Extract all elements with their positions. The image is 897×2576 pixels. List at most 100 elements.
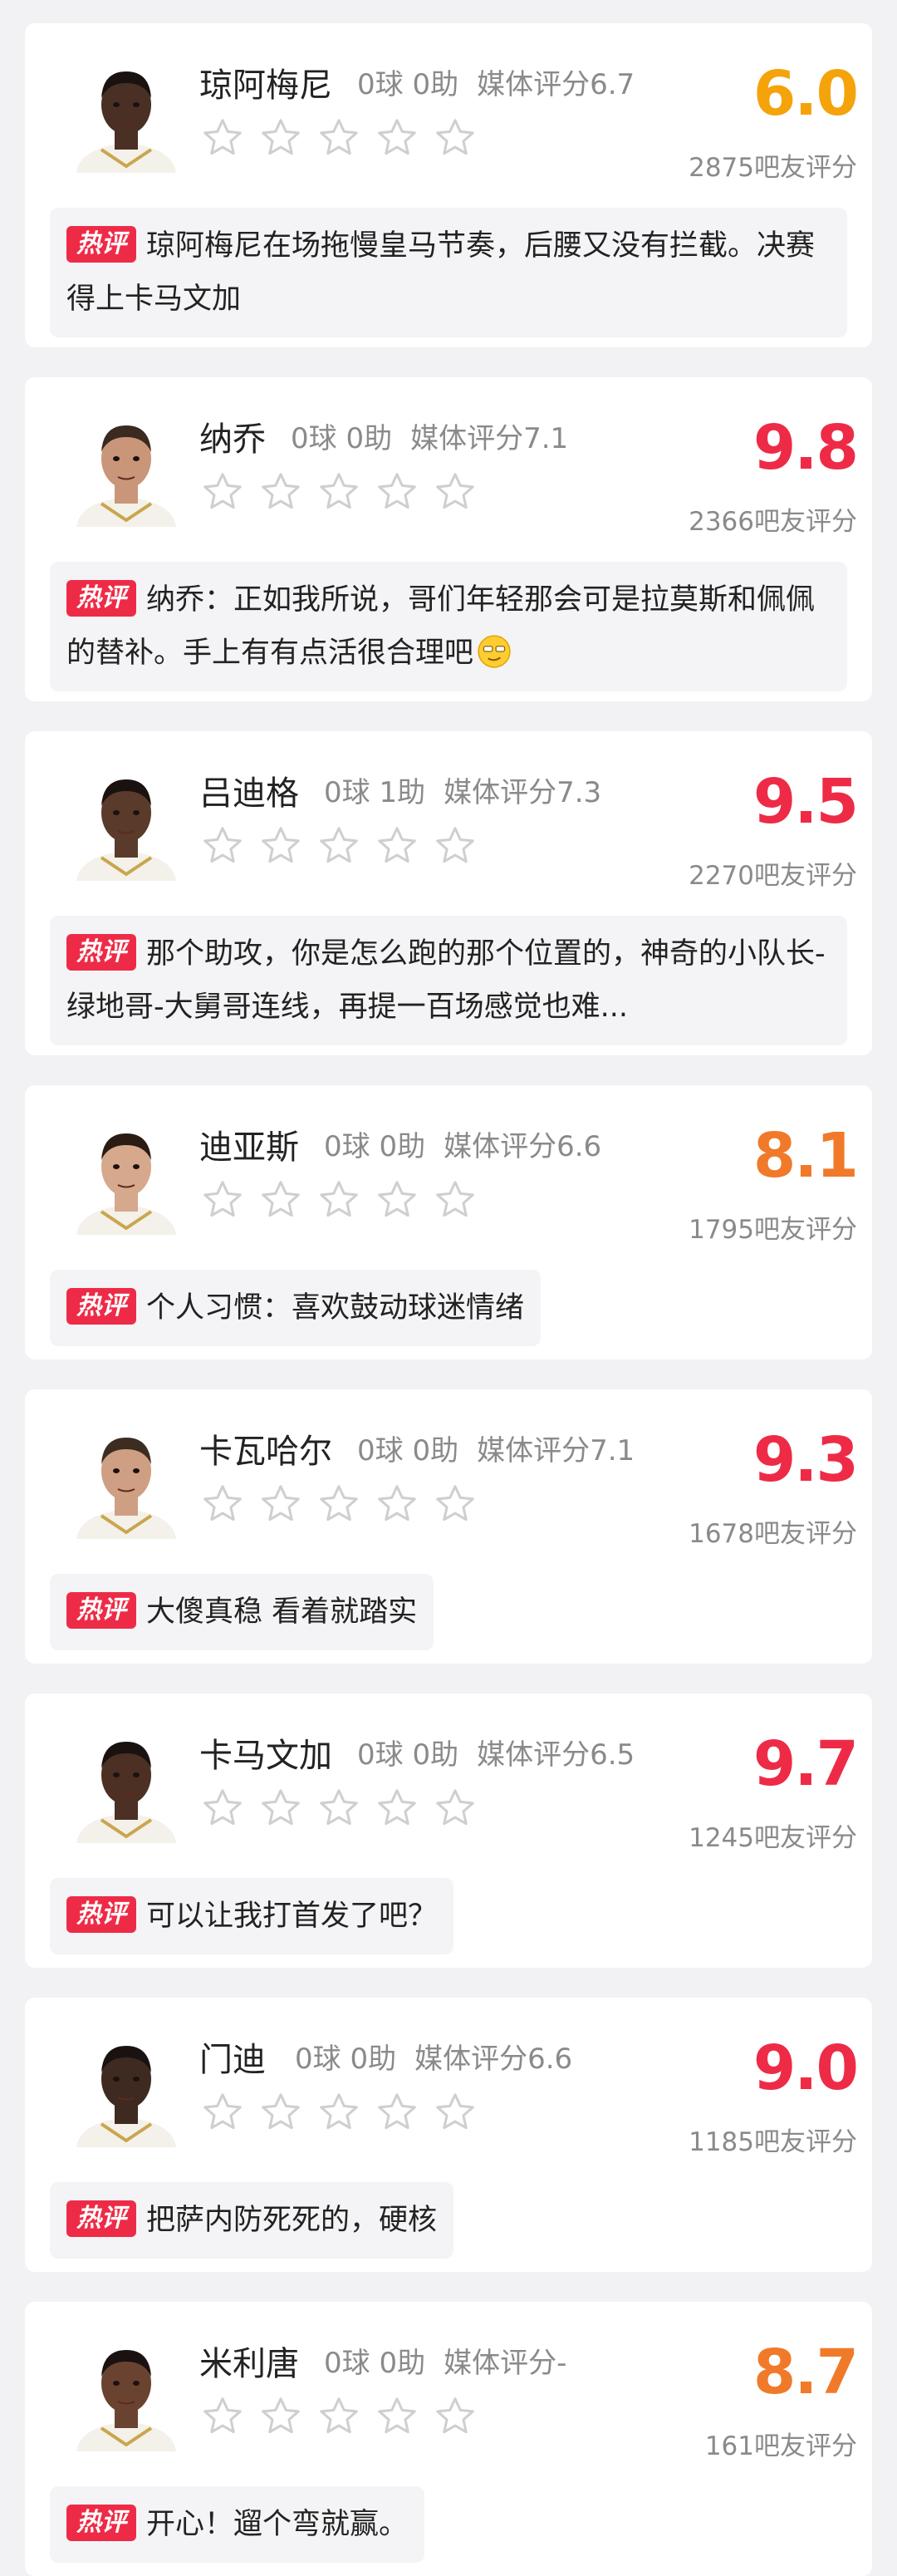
media-rating: 媒体评分6.6 — [444, 1130, 602, 1163]
fan-rating-count: 1795吧友评分 — [689, 1215, 857, 1245]
star-icon[interactable] — [201, 1482, 244, 1526]
fan-score: 9.5 — [752, 766, 859, 838]
star-rating-input[interactable] — [201, 1178, 477, 1222]
star-icon[interactable] — [201, 2091, 244, 2134]
star-icon[interactable] — [317, 2091, 360, 2134]
star-icon[interactable] — [434, 1482, 477, 1526]
hot-comment-badge: 热评 — [66, 580, 136, 617]
player-avatar[interactable] — [68, 410, 184, 527]
hot-comment[interactable]: 热评 大傻真稳 看着就踏实 — [50, 1574, 434, 1650]
player-card[interactable]: 纳乔 0球 0助 媒体评分7.1 9.8 2366吧友评分 热评 纳乔：正如我所说，哥们年轻… — [25, 377, 872, 701]
hot-comment[interactable]: 热评 纳乔：正如我所说，哥们年轻那会可是拉莫斯和佩佩的替补。手上有有点活很合理吧 — [50, 562, 847, 691]
fan-rating-count: 2875吧友评分 — [689, 153, 857, 183]
star-icon[interactable] — [259, 1482, 302, 1526]
star-icon[interactable] — [259, 1178, 302, 1222]
player-card[interactable]: 吕迪格 0球 1助 媒体评分7.3 9.5 2270吧友评分 热评 那个助攻，你是怎么跑的那… — [25, 731, 872, 1055]
star-icon[interactable] — [317, 1787, 360, 1830]
player-card[interactable]: 琼阿梅尼 0球 0助 媒体评分6.7 6.0 2875吧友评分 热评 琼阿梅尼在场拖慢皇马节… — [25, 23, 872, 347]
star-icon[interactable] — [317, 116, 360, 160]
hot-comment[interactable]: 热评 个人习惯：喜欢鼓动球迷情绪 — [50, 1270, 542, 1346]
star-icon[interactable] — [375, 2395, 419, 2438]
hot-comment-badge: 热评 — [66, 226, 136, 263]
player-name: 米利唐 — [199, 2345, 299, 2383]
star-icon[interactable] — [317, 824, 360, 868]
star-icon[interactable] — [259, 824, 302, 868]
star-icon[interactable] — [375, 470, 419, 514]
star-icon[interactable] — [434, 116, 477, 160]
player-avatar[interactable] — [68, 1727, 184, 1843]
hot-comment[interactable]: 热评 琼阿梅尼在场拖慢皇马节奏，后腰又没有拦截。决赛得上卡马文加 — [50, 208, 847, 337]
star-rating-input[interactable] — [201, 1482, 477, 1526]
star-icon[interactable] — [201, 116, 244, 160]
star-icon[interactable] — [317, 1482, 360, 1526]
star-icon[interactable] — [434, 824, 477, 868]
player-card[interactable]: 卡马文加 0球 0助 媒体评分6.5 9.7 1245吧友评分 热评 可以让我打首发了吧？ — [25, 1694, 872, 1968]
hot-comment-badge: 热评 — [66, 2505, 136, 2541]
star-icon[interactable] — [201, 1178, 244, 1222]
star-icon[interactable] — [317, 2395, 360, 2438]
hot-comment[interactable]: 热评 开心！遛个弯就赢。 — [50, 2486, 425, 2563]
goals-assists: 0球 1助 — [324, 776, 426, 809]
star-icon[interactable] — [375, 1178, 419, 1222]
star-icon[interactable] — [375, 824, 419, 868]
hot-comment-text: 个人习惯：喜欢鼓动球迷情绪 — [146, 1291, 525, 1325]
star-rating-input[interactable] — [201, 1787, 477, 1830]
fan-score: 9.7 — [752, 1728, 859, 1800]
hot-comment-text: 把萨内防死死的，硬核 — [146, 2204, 438, 2237]
player-stats: 0球 0助 媒体评分6.6 — [295, 2036, 572, 2077]
player-card[interactable]: 卡瓦哈尔 0球 0助 媒体评分7.1 9.3 1678吧友评分 热评 大傻真稳 看着就踏实 — [25, 1389, 872, 1664]
fan-score: 8.1 — [752, 1120, 859, 1192]
star-icon[interactable] — [434, 2091, 477, 2134]
star-icon[interactable] — [201, 824, 244, 868]
star-icon[interactable] — [259, 2395, 302, 2438]
star-rating-input[interactable] — [201, 116, 477, 160]
star-icon[interactable] — [259, 2091, 302, 2134]
star-icon[interactable] — [317, 470, 360, 514]
star-icon[interactable] — [259, 470, 302, 514]
star-icon[interactable] — [434, 1787, 477, 1830]
star-icon[interactable] — [434, 1178, 477, 1222]
hot-comment-badge: 热评 — [66, 934, 136, 971]
star-icon[interactable] — [434, 2395, 477, 2438]
hot-comment[interactable]: 热评 把萨内防死死的，硬核 — [50, 2182, 454, 2259]
fan-rating-count: 1678吧友评分 — [689, 1519, 857, 1549]
fan-rating-count: 2270吧友评分 — [689, 861, 857, 891]
player-avatar[interactable] — [68, 1423, 184, 1539]
star-icon[interactable] — [434, 470, 477, 514]
hot-comment[interactable]: 热评 那个助攻，你是怎么跑的那个位置的，神奇的小队长-绿地哥-大舅哥连线，再提一百… — [50, 916, 847, 1045]
player-name: 门迪 — [199, 2041, 266, 2079]
star-icon[interactable] — [201, 470, 244, 514]
star-icon[interactable] — [375, 2091, 419, 2134]
star-icon[interactable] — [201, 2395, 244, 2438]
player-avatar[interactable] — [68, 764, 184, 881]
player-card[interactable]: 门迪 0球 0助 媒体评分6.6 9.0 1185吧友评分 热评 把萨内防死死的，硬核 — [25, 1998, 872, 2272]
star-rating-input[interactable] — [201, 470, 477, 514]
star-icon[interactable] — [375, 116, 419, 160]
star-icon[interactable] — [317, 1178, 360, 1222]
star-icon[interactable] — [375, 1787, 419, 1830]
star-rating-input[interactable] — [201, 824, 477, 868]
media-rating: 媒体评分6.6 — [414, 2043, 573, 2076]
player-stats: 0球 0助 媒体评分7.1 — [357, 1428, 635, 1468]
player-avatar[interactable] — [68, 2031, 184, 2147]
star-icon[interactable] — [259, 116, 302, 160]
hot-comment-text: 琼阿梅尼在场拖慢皇马节奏，后腰又没有拦截。决赛得上卡马文加 — [66, 229, 816, 316]
goals-assists: 0球 0助 — [324, 2347, 426, 2380]
hot-comment[interactable]: 热评 可以让我打首发了吧？ — [50, 1878, 454, 1954]
goals-assists: 0球 0助 — [357, 68, 459, 101]
player-avatar[interactable] — [68, 1118, 184, 1235]
star-icon[interactable] — [375, 1482, 419, 1526]
player-stats: 0球 0助 媒体评分6.5 — [357, 1732, 635, 1772]
player-card[interactable]: 迪亚斯 0球 0助 媒体评分6.6 8.1 1795吧友评分 热评 个人习惯：喜欢鼓动球迷情… — [25, 1085, 872, 1359]
player-avatar[interactable] — [68, 2335, 184, 2451]
player-card[interactable]: 米利唐 0球 0助 媒体评分- 8.7 161吧友评分 热评 开心！遛个弯就赢。 — [25, 2302, 872, 2576]
star-icon[interactable] — [259, 1787, 302, 1830]
media-rating: 媒体评分7.1 — [477, 1434, 635, 1467]
goals-assists: 0球 0助 — [295, 2043, 397, 2076]
star-rating-input[interactable] — [201, 2091, 477, 2134]
hot-comment-text: 大傻真稳 看着就踏实 — [146, 1595, 418, 1629]
player-avatar[interactable] — [68, 57, 184, 173]
star-rating-input[interactable] — [201, 2395, 477, 2438]
star-icon[interactable] — [201, 1787, 244, 1830]
player-stats: 0球 0助 媒体评分7.1 — [291, 415, 568, 456]
